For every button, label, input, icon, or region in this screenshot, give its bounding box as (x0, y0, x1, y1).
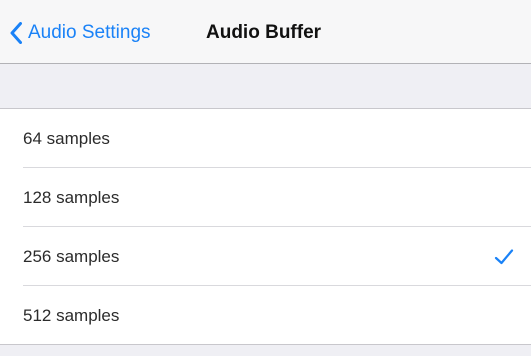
section-header-gap (0, 64, 531, 109)
list-footer (0, 345, 531, 356)
option-label: 512 samples (23, 306, 120, 325)
option-row-64-samples[interactable]: 64 samples (0, 109, 531, 168)
option-row-512-samples[interactable]: 512 samples (0, 286, 531, 345)
checkmark-icon (494, 249, 514, 265)
option-label: 128 samples (23, 188, 120, 207)
chevron-left-icon (10, 22, 22, 44)
option-label: 64 samples (23, 129, 110, 148)
option-row-256-samples[interactable]: 256 samples (0, 227, 531, 286)
navigation-bar: Audio Settings Audio Buffer (0, 0, 531, 64)
page-title: Audio Buffer (206, 22, 322, 43)
option-row-128-samples[interactable]: 128 samples (0, 168, 531, 227)
back-button[interactable]: Audio Settings (10, 18, 151, 48)
buffer-size-list: 64 samples 128 samples 256 samples 512 s… (0, 109, 531, 345)
option-label: 256 samples (23, 247, 120, 266)
back-button-label: Audio Settings (28, 22, 151, 43)
